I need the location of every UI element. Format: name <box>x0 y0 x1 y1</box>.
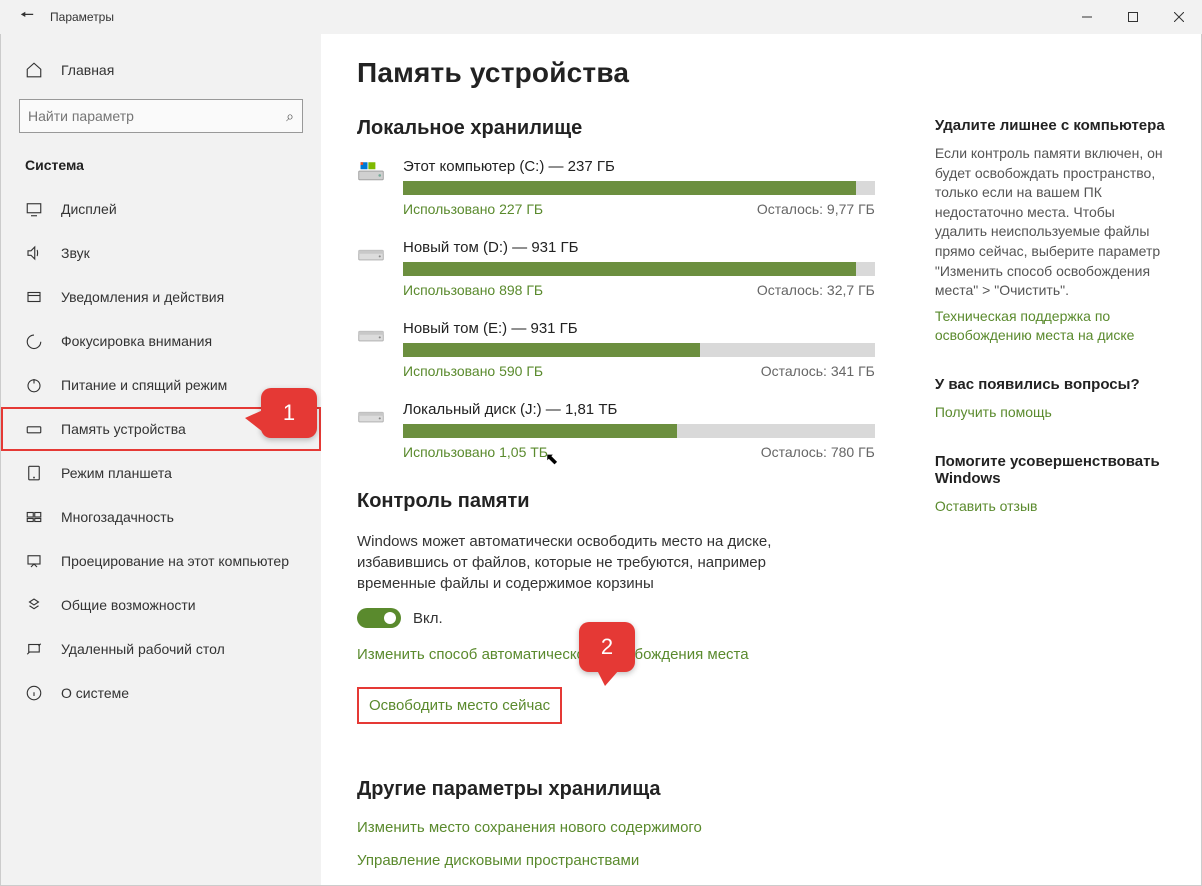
nav-item-6[interactable]: Режим планшета <box>1 451 321 495</box>
nav-icon <box>25 596 43 614</box>
drive-usage-bar <box>403 181 875 195</box>
nav-label: Фокусировка внимания <box>61 333 212 349</box>
drive-remaining-label: Осталось: 780 ГБ <box>761 444 875 460</box>
drive-usage-bar <box>403 343 875 357</box>
close-button[interactable] <box>1156 0 1202 34</box>
drive-icon <box>357 160 387 184</box>
drive-icon <box>357 403 387 427</box>
search-box[interactable]: ⌕ <box>19 99 303 133</box>
nav-label: Звук <box>61 245 90 261</box>
nav-icon <box>25 244 43 262</box>
nav-item-3[interactable]: Фокусировка внимания <box>1 319 321 363</box>
search-icon: ⌕ <box>286 108 294 125</box>
nav-icon <box>25 464 43 482</box>
nav-icon <box>25 508 43 526</box>
drive-remaining-label: Осталось: 341 ГБ <box>761 363 875 379</box>
nav-icon <box>25 420 43 438</box>
minimize-button[interactable] <box>1064 0 1110 34</box>
nav-icon <box>25 376 43 394</box>
maximize-button[interactable] <box>1110 0 1156 34</box>
drive-remaining-label: Осталось: 9,77 ГБ <box>757 201 875 217</box>
storage-sense-description: Windows может автоматически освободить м… <box>357 531 787 594</box>
nav-label: Многозадачность <box>61 509 174 525</box>
drive-name: Новый том (D:) — 931 ГБ <box>403 239 875 256</box>
aside-support-link[interactable]: Техническая поддержка по освобождению ме… <box>935 307 1165 346</box>
main-content: Память устройства Локальное хранилище Эт… <box>321 1 1201 885</box>
drive-used-label: Использовано 1,05 ТБ <box>403 444 548 460</box>
drive-icon <box>357 241 387 265</box>
home-label: Главная <box>61 62 114 78</box>
nav-icon <box>25 552 43 570</box>
nav-item-8[interactable]: Проецирование на этот компьютер <box>1 539 321 583</box>
drive-row[interactable]: Этот компьютер (C:) — 237 ГБ Использовано… <box>357 158 875 217</box>
drive-used-label: Использовано 227 ГБ <box>403 201 543 217</box>
nav-item-0[interactable]: Дисплей <box>1 187 321 231</box>
storage-sense-heading: Контроль памяти <box>357 490 875 513</box>
drive-remaining-label: Осталось: 32,7 ГБ <box>757 282 875 298</box>
nav-label: Память устройства <box>61 421 186 437</box>
nav-label: О системе <box>61 685 129 701</box>
drive-used-label: Использовано 898 ГБ <box>403 282 543 298</box>
drive-row[interactable]: Локальный диск (J:) — 1,81 ТБ Использован… <box>357 401 875 460</box>
nav-label: Проецирование на этот компьютер <box>61 553 289 569</box>
nav-label: Уведомления и действия <box>61 289 224 305</box>
drive-row[interactable]: Новый том (D:) — 931 ГБ Использовано 898 … <box>357 239 875 298</box>
annotation-step-2: 2 <box>579 622 635 672</box>
nav-label: Общие возможности <box>61 597 196 613</box>
home-icon <box>25 61 43 79</box>
aside-cleanup-text: Если контроль памяти включен, он будет о… <box>935 144 1165 301</box>
aside-get-help-link[interactable]: Получить помощь <box>935 403 1165 423</box>
nav-item-9[interactable]: Общие возможности <box>1 583 321 627</box>
nav-label: Удаленный рабочий стол <box>61 641 225 657</box>
page-title: Память устройства <box>357 57 875 89</box>
search-input[interactable] <box>28 108 286 124</box>
drive-usage-bar <box>403 424 875 438</box>
aside-cleanup-heading: Удалите лишнее с компьютера <box>935 117 1165 134</box>
nav-label: Режим планшета <box>61 465 172 481</box>
manage-storage-spaces-link[interactable]: Управление дисковыми пространствами <box>357 852 875 869</box>
local-storage-heading: Локальное хранилище <box>357 117 875 140</box>
aside-feedback-link[interactable]: Оставить отзыв <box>935 497 1165 517</box>
section-label: Система <box>1 151 321 187</box>
nav-item-1[interactable]: Звук <box>1 231 321 275</box>
nav-icon <box>25 332 43 350</box>
drive-name: Новый том (E:) — 931 ГБ <box>403 320 875 337</box>
nav-icon <box>25 288 43 306</box>
nav-icon <box>25 640 43 658</box>
nav-icon <box>25 684 43 702</box>
titlebar: 🠔 Параметры <box>0 0 1202 34</box>
other-storage-heading: Другие параметры хранилища <box>357 778 875 801</box>
sidebar: Главная ⌕ Система Дисплей Звук Уведомления… <box>1 1 321 885</box>
aside-questions-heading: У вас появились вопросы? <box>935 376 1165 393</box>
drive-row[interactable]: Новый том (E:) — 931 ГБ Использовано 590 … <box>357 320 875 379</box>
nav-label: Питание и спящий режим <box>61 377 227 393</box>
nav-item-10[interactable]: Удаленный рабочий стол <box>1 627 321 671</box>
drive-used-label: Использовано 590 ГБ <box>403 363 543 379</box>
annotation-step-1: 1 <box>261 388 317 438</box>
nav-item-11[interactable]: О системе <box>1 671 321 715</box>
nav-item-7[interactable]: Многозадачность <box>1 495 321 539</box>
drive-name: Этот компьютер (C:) — 237 ГБ <box>403 158 875 175</box>
drive-usage-bar <box>403 262 875 276</box>
nav-item-2[interactable]: Уведомления и действия <box>1 275 321 319</box>
change-save-location-link[interactable]: Изменить место сохранения нового содержи… <box>357 819 875 836</box>
free-space-now-link[interactable]: Освободить место сейчас <box>357 687 562 724</box>
aside-feedback-heading: Помогите усовершенствовать Windows <box>935 453 1165 487</box>
toggle-state-label: Вкл. <box>413 610 443 627</box>
back-button[interactable]: 🠔 <box>20 4 34 31</box>
nav-icon <box>25 200 43 218</box>
drive-icon <box>357 322 387 346</box>
home-nav[interactable]: Главная <box>1 51 321 89</box>
storage-sense-toggle[interactable] <box>357 608 401 628</box>
window-title: Параметры <box>50 10 114 24</box>
drive-name: Локальный диск (J:) — 1,81 ТБ <box>403 401 875 418</box>
nav-label: Дисплей <box>61 201 117 217</box>
